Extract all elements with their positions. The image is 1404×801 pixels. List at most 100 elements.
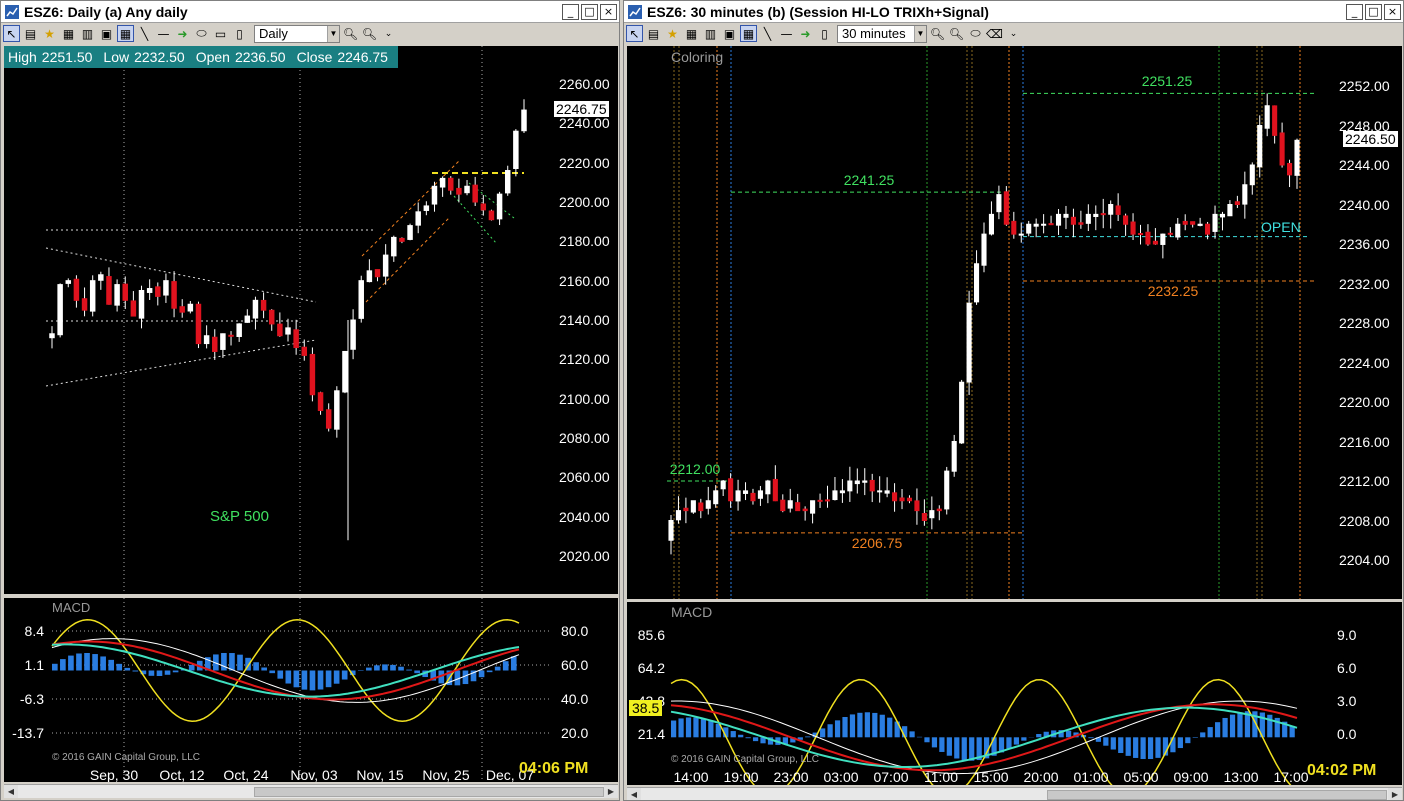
chart-toolbar: ↖ ▤ ★ ▦ ▥ ▣ ▦ ╲ — ➜ ▯ 30 minutes ▼ 🔍︎ 🔍︎ … <box>624 23 1403 44</box>
title-bar-daily[interactable]: ESZ6: Daily (a) Any daily _ □ × <box>1 1 619 23</box>
candle <box>750 488 756 505</box>
template-icon[interactable]: ▥ <box>702 25 719 42</box>
layout-icon[interactable]: ▦ <box>60 25 77 42</box>
ellipse-tool-icon[interactable]: ⬭ <box>193 25 210 42</box>
grid-icon[interactable]: ▦ <box>117 25 134 42</box>
intraday-chart-window[interactable]: ESZ6: 30 minutes (b) (Session HI-LO TRIX… <box>623 0 1404 801</box>
close-button[interactable]: × <box>1384 3 1401 20</box>
x-axis-tick-label: 19:00 <box>723 769 759 785</box>
intraday-price-chart[interactable]: 2251.25 2241.25 2232.25 2212.00 2206.75 OPEN C… <box>627 46 1402 599</box>
candle <box>228 331 234 346</box>
macd-histogram-bar <box>1103 737 1109 746</box>
timeframe-select[interactable]: Daily ▼ <box>254 24 340 43</box>
properties-icon[interactable]: ▤ <box>645 25 662 42</box>
horizontal-line-icon[interactable]: — <box>155 25 172 42</box>
maximize-button[interactable]: □ <box>1365 3 1382 20</box>
macd-histogram-bar <box>864 712 870 738</box>
macd-right-tick: 6.0 <box>1337 660 1357 676</box>
minimize-button[interactable]: _ <box>562 3 579 20</box>
candle <box>675 496 682 524</box>
favorites-star-icon[interactable]: ★ <box>41 25 58 42</box>
level-value-label: 2232.25 <box>1147 283 1199 300</box>
maximize-button[interactable]: □ <box>581 3 598 20</box>
line-tool-icon[interactable]: ╲ <box>759 25 776 42</box>
favorites-star-icon[interactable]: ★ <box>664 25 681 42</box>
candle <box>268 309 275 331</box>
macd-histogram-bar <box>76 653 82 671</box>
minimize-button[interactable]: _ <box>1346 3 1363 20</box>
x-axis-tick-label: 17:00 <box>1273 769 1309 785</box>
macd-histogram-bar <box>164 670 171 675</box>
macd-histogram-bar <box>685 717 692 738</box>
macd-histogram-bar <box>285 670 292 684</box>
layout-icon[interactable]: ▦ <box>683 25 700 42</box>
window-icon[interactable]: ▣ <box>721 25 738 42</box>
macd-histogram-bar <box>172 670 179 673</box>
arrow-tool-icon[interactable]: ➜ <box>797 25 814 42</box>
copyright-text: © 2016 GAIN Capital Group, LLC <box>52 752 200 763</box>
scroll-left-icon[interactable]: ◀ <box>627 788 641 800</box>
timeframe-select[interactable]: 30 minutes ▼ <box>837 24 927 43</box>
zoom-in-icon[interactable]: 🔍︎ <box>342 25 359 42</box>
overflow-menu-icon[interactable]: ⌄ <box>1005 25 1022 42</box>
close-button[interactable]: × <box>600 3 617 20</box>
coloring-label: Coloring <box>671 49 724 65</box>
scroll-thumb[interactable] <box>254 787 604 797</box>
candle <box>765 479 771 504</box>
macd-histogram-bar <box>1222 717 1228 738</box>
daily-price-chart[interactable]: High 2251.50 Low 2232.50 Open 2236.50 Close 224… <box>4 46 618 594</box>
candle <box>521 99 527 133</box>
x-axis-tick-label: 07:00 <box>873 769 909 785</box>
daily-chart-window[interactable]: ESZ6: Daily (a) Any daily _ □ × ↖ ▤ ★ ▦ … <box>0 0 620 801</box>
overflow-menu-icon[interactable]: ⌄ <box>380 25 397 42</box>
macd-histogram-bar <box>857 712 863 738</box>
line-tool-icon[interactable]: ╲ <box>136 25 153 42</box>
candle <box>1026 220 1032 237</box>
candle <box>698 498 704 519</box>
horizontal-scrollbar[interactable]: ◀ ▶ <box>627 787 1402 800</box>
candle <box>892 483 898 512</box>
y-axis-tick-label: 2020.00 <box>559 548 610 564</box>
daily-macd-panel[interactable]: MACD 8.4 1.1 -6.3 -13.7 80.0 60.0 40.0 20.0 © 201… <box>4 598 618 782</box>
title-bar-intraday[interactable]: ESZ6: 30 minutes (b) (Session HI-LO TRIX… <box>624 1 1403 23</box>
y-axis-tick-label: 2208.00 <box>1339 512 1390 529</box>
last-price-tag: 2246.75 <box>554 101 609 118</box>
candle <box>203 325 210 349</box>
macd-histogram-bar <box>1021 737 1027 741</box>
y-axis-tick-label: 2204.00 <box>1339 552 1390 568</box>
zoom-in-icon[interactable]: 🔍︎ <box>929 25 946 42</box>
zoom-out-icon[interactable]: 🔍︎ <box>361 25 378 42</box>
horizontal-scrollbar[interactable]: ◀ ▶ <box>4 784 618 798</box>
scroll-right-icon[interactable]: ▶ <box>1388 788 1402 800</box>
zoom-out-icon[interactable]: 🔍︎ <box>948 25 965 42</box>
y-axis-tick-label: 2244.00 <box>1339 157 1390 173</box>
ellipse-tool-icon[interactable]: ⬭ <box>967 25 984 42</box>
candle <box>720 479 726 497</box>
window-icon[interactable]: ▣ <box>98 25 115 42</box>
chevron-down-icon: ▼ <box>327 25 339 42</box>
scroll-left-icon[interactable]: ◀ <box>4 785 18 798</box>
eraser-icon[interactable]: ⌫ <box>986 25 1003 42</box>
intraday-macd-panel[interactable]: MACD85.664.242.821.49.06.03.00.038.5© 20… <box>627 602 1402 785</box>
macd-histogram-bar <box>406 669 412 671</box>
grid-icon[interactable]: ▦ <box>740 25 757 42</box>
y-axis-tick-label: 2260.00 <box>559 76 610 92</box>
y-axis-tick-label: 2224.00 <box>1339 354 1390 371</box>
scroll-thumb[interactable] <box>1047 790 1387 800</box>
properties-icon[interactable]: ▤ <box>22 25 39 42</box>
macd-label: MACD <box>671 604 713 620</box>
macd-histogram-bar <box>1036 734 1042 738</box>
candle <box>277 312 283 337</box>
scroll-right-icon[interactable]: ▶ <box>604 785 618 798</box>
note-icon[interactable]: ▯ <box>231 25 248 42</box>
macd-histogram-bar <box>1133 737 1139 758</box>
horizontal-line-icon[interactable]: — <box>778 25 795 42</box>
template-icon[interactable]: ▥ <box>79 25 96 42</box>
arrow-tool-icon[interactable]: ➜ <box>174 25 191 42</box>
cursor-tool-icon[interactable]: ↖ <box>3 25 20 42</box>
macd-histogram-bar <box>1110 737 1116 750</box>
rectangle-tool-icon[interactable]: ▭ <box>212 25 229 42</box>
cursor-tool-icon[interactable]: ↖ <box>626 25 643 42</box>
note-icon[interactable]: ▯ <box>816 25 833 42</box>
macd-histogram-bar <box>969 737 975 761</box>
